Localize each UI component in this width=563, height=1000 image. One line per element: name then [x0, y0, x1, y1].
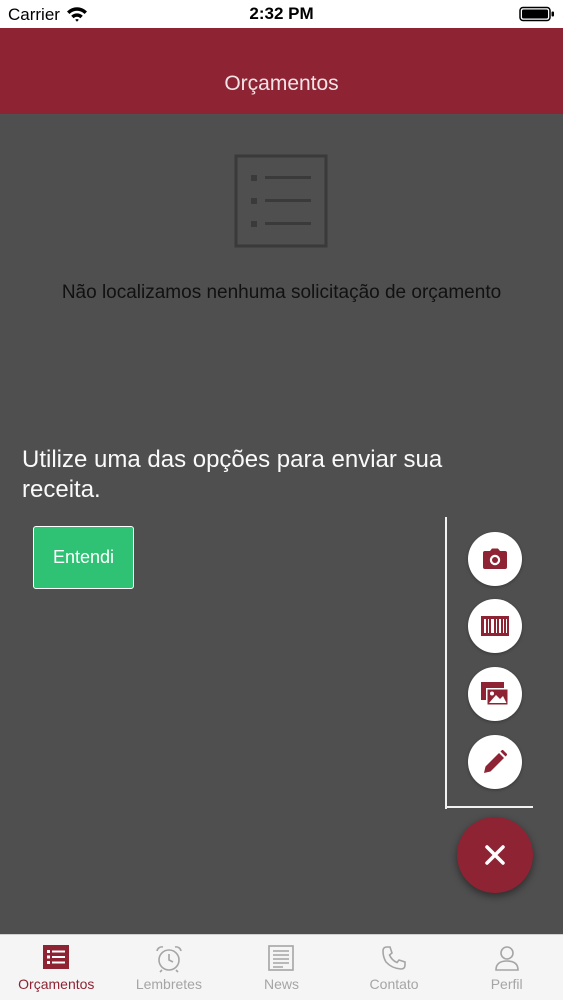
camera-icon	[483, 548, 507, 569]
tab-label: News	[263, 976, 299, 992]
write-button[interactable]	[468, 735, 522, 789]
tab-perfil[interactable]: Perfil	[450, 935, 563, 1000]
phone-icon	[382, 946, 406, 970]
barcode-scan-button[interactable]	[468, 599, 522, 653]
tab-bar: Orçamentos Lembretes News Contato Perfil	[0, 934, 563, 1000]
barcode-icon	[481, 616, 509, 636]
camera-button[interactable]	[468, 532, 522, 586]
user-icon	[494, 946, 519, 971]
onboarding-hint: Utilize uma das opções para enviar sua r…	[22, 446, 443, 503]
main-content: Não localizamos nenhuma solicitação de o…	[0, 114, 563, 934]
tab-orcamentos[interactable]: Orçamentos	[0, 935, 113, 1000]
fab-guide-horizontal-line	[445, 806, 533, 808]
battery-icon	[519, 6, 554, 22]
gallery-icon	[481, 682, 509, 706]
status-bar: Carrier 2:32 PM	[0, 0, 563, 28]
tab-label: Lembretes	[135, 976, 202, 992]
status-time: 2:32 PM	[249, 4, 314, 23]
tab-label: Orçamentos	[18, 976, 95, 992]
page-title: Orçamentos	[224, 72, 339, 95]
gallery-button[interactable]	[468, 667, 522, 721]
close-fab-button[interactable]	[457, 817, 533, 893]
tab-lembretes[interactable]: Lembretes	[113, 935, 226, 1000]
empty-state-message: Não localizamos nenhuma solicitação de o…	[61, 282, 502, 303]
tab-contato[interactable]: Contato	[338, 935, 451, 1000]
close-icon	[485, 845, 505, 865]
list-icon	[234, 154, 328, 248]
tab-label: Perfil	[490, 976, 523, 992]
tab-label: Contato	[369, 976, 419, 992]
alarm-clock-icon	[156, 946, 182, 973]
understood-button[interactable]: Entendi	[33, 526, 134, 589]
newspaper-icon	[268, 945, 295, 971]
tab-news[interactable]: News	[225, 935, 338, 1000]
pencil-icon	[484, 750, 507, 773]
list-icon	[43, 945, 70, 969]
navigation-bar: Orçamentos	[0, 28, 563, 114]
fab-guide-vertical-line	[445, 517, 447, 809]
